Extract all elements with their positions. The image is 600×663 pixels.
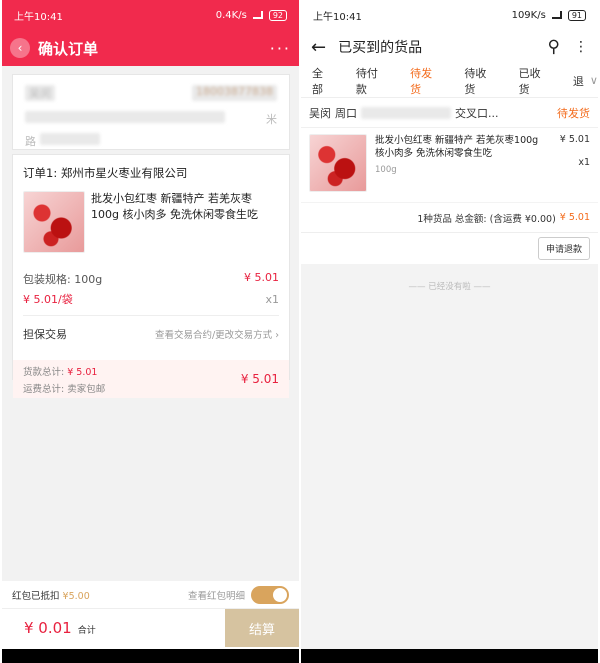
order-totals: 货款总计: ¥ 5.01 运费总计: 卖家包邮 ¥ 5.01 xyxy=(13,360,289,398)
order-summary: 1种货品 总金额: (含运费 ¥0.00) ¥ 5.01 xyxy=(301,202,598,232)
redpacket-value: ¥5.00 xyxy=(62,590,90,602)
product-name: 批发小包红枣 新疆特产 若羌灰枣100g 核小肉多 免洗休闲零食生吃 xyxy=(375,135,539,159)
address-blur xyxy=(25,111,225,123)
more-vertical-icon[interactable]: ⋮ xyxy=(574,39,588,55)
network-speed: 109K/s xyxy=(511,9,546,21)
buyer-name: 吴闵 xyxy=(309,106,331,120)
address-name: 吴闵 xyxy=(25,85,55,101)
goods-total: ¥ 5.01 xyxy=(67,366,98,378)
address-end: 交叉口... xyxy=(455,106,499,120)
address-start: 周口 xyxy=(335,106,357,120)
page-title: 已买到的货品 xyxy=(338,40,423,56)
status-time: 上午10:41 xyxy=(313,11,362,23)
product-image xyxy=(309,134,367,192)
signal-icon xyxy=(551,11,562,19)
guarantee-label: 担保交易 xyxy=(23,328,67,341)
pay-total-label: 合计 xyxy=(77,626,96,636)
address-line2: 路 xyxy=(25,135,36,148)
chevron-left-icon: ‹ xyxy=(17,41,23,55)
back-arrow-icon[interactable]: ← xyxy=(311,37,326,58)
address-phone: 18003877838 xyxy=(192,85,277,101)
address-line1: 米 xyxy=(266,113,277,126)
chevron-down-icon[interactable]: ∨ xyxy=(590,74,598,87)
tab-refund[interactable]: 退 xyxy=(562,64,584,98)
tab-all[interactable]: 全部 xyxy=(301,64,333,98)
status-bar: 上午10:41 0.4K/s 92 xyxy=(2,0,299,30)
status-bar: 上午10:41 109K/s 91 xyxy=(301,0,598,30)
pay-amount: ¥ 0.01 xyxy=(24,619,72,637)
back-button[interactable]: ‹ xyxy=(10,38,30,58)
summary-text: 1种货品 总金额: (含运费 ¥0.00) xyxy=(417,213,556,225)
item-qty: x1 xyxy=(578,157,590,168)
product-name: 批发小包红枣 新疆特产 若羌灰枣100g 核小肉多 免洗休闲零食生吃 xyxy=(91,192,258,221)
tab-received[interactable]: 已收货 xyxy=(508,64,550,98)
chevron-right-icon: › xyxy=(275,330,279,341)
search-icon[interactable]: ⚲ xyxy=(548,37,560,57)
unit-price: ¥ 5.01/袋 xyxy=(23,293,73,306)
redpacket-detail-link[interactable]: 查看红包明细 xyxy=(188,588,245,602)
shipping-value: 卖家包邮 xyxy=(67,383,106,395)
unit-price-row: ¥ 5.01/袋 x1 xyxy=(13,291,289,307)
tab-pending-shipment[interactable]: 待发货 xyxy=(399,64,441,98)
order-card: 订单1: 郑州市星火枣业有限公司 批发小包红枣 新疆特产 若羌灰枣100g 核小… xyxy=(12,154,290,398)
product-image xyxy=(23,191,85,253)
item-price: ¥ 5.01 xyxy=(559,134,590,145)
pay-row: ¥ 0.01 合计 结算 xyxy=(2,609,299,647)
system-nav-bar xyxy=(301,649,598,663)
address-blur xyxy=(361,106,451,119)
grand-total: ¥ 5.01 xyxy=(240,372,279,386)
goods-total-label: 货款总计: xyxy=(23,366,65,378)
shipping-label: 运费总计: xyxy=(23,383,65,395)
product-spec: 100g xyxy=(375,165,397,175)
item-qty: x1 xyxy=(265,292,279,306)
no-more-text: —— 已经没有啦 —— xyxy=(408,282,491,292)
order-header: 吴闵 周口 交叉口... 待发货 xyxy=(301,98,598,128)
address-blur-2 xyxy=(40,133,100,145)
guarantee-row[interactable]: 担保交易 查看交易合约/更改交易方式 › xyxy=(13,316,289,352)
redpacket-row: 红包已抵扣 ¥5.00 查看红包明细 xyxy=(2,581,299,609)
page-title: 确认订单 xyxy=(38,39,99,58)
checkout-bar: 红包已抵扣 ¥5.00 查看红包明细 ¥ 0.01 合计 结算 xyxy=(2,581,299,663)
settle-button[interactable]: 结算 xyxy=(225,609,299,647)
signal-icon xyxy=(252,11,263,19)
spec-row: 包装规格: 100g ¥ 5.01 xyxy=(13,271,289,287)
order-tabs: 全部 待付款 待发货 待收货 已收货 退 ∨ xyxy=(301,64,598,98)
redpacket-label: 红包已抵扣 xyxy=(12,590,60,602)
more-menu-button[interactable]: ··· xyxy=(270,39,291,58)
spec-label: 包装规格: 100g xyxy=(23,273,103,286)
address-card[interactable]: 吴闵 18003877838 米 路 xyxy=(12,74,290,150)
redpacket-toggle[interactable] xyxy=(251,585,289,604)
refund-button[interactable]: 申请退款 xyxy=(537,237,590,260)
purchased-goods-screen: 上午10:41 109K/s 91 ← 已买到的货品 ⚲ ⋮ 全部 待付款 待发… xyxy=(301,0,598,663)
battery-icon: 92 xyxy=(268,9,287,21)
confirm-order-screen: 上午10:41 0.4K/s 92 ‹ 确认订单 ··· 吴闵 18003877… xyxy=(2,0,299,663)
item-price: ¥ 5.01 xyxy=(244,271,279,284)
battery-icon: 91 xyxy=(567,9,586,21)
header: ← 已买到的货品 ⚲ ⋮ xyxy=(301,30,598,64)
guarantee-link[interactable]: 查看交易合约/更改交易方式 xyxy=(155,330,272,341)
order-item[interactable]: 批发小包红枣 新疆特产 若羌灰枣100g 核小肉多 免洗休闲零食生吃 100g … xyxy=(301,128,598,202)
order-total: ¥ 5.01 xyxy=(559,212,590,223)
network-speed: 0.4K/s xyxy=(215,9,247,21)
status-time: 上午10:41 xyxy=(14,11,63,23)
tab-pending-receipt[interactable]: 待收货 xyxy=(453,64,495,98)
order-actions: 申请退款 xyxy=(301,232,598,264)
shop-name: 订单1: 郑州市星火枣业有限公司 xyxy=(23,166,188,180)
order-item[interactable]: 批发小包红枣 新疆特产 若羌灰枣100g 核小肉多 免洗休闲零食生吃 xyxy=(13,191,289,253)
tab-pending-payment[interactable]: 待付款 xyxy=(345,64,387,98)
order-status: 待发货 xyxy=(557,106,590,120)
header: ‹ 确认订单 ··· xyxy=(2,30,299,66)
system-nav-bar xyxy=(2,649,299,663)
